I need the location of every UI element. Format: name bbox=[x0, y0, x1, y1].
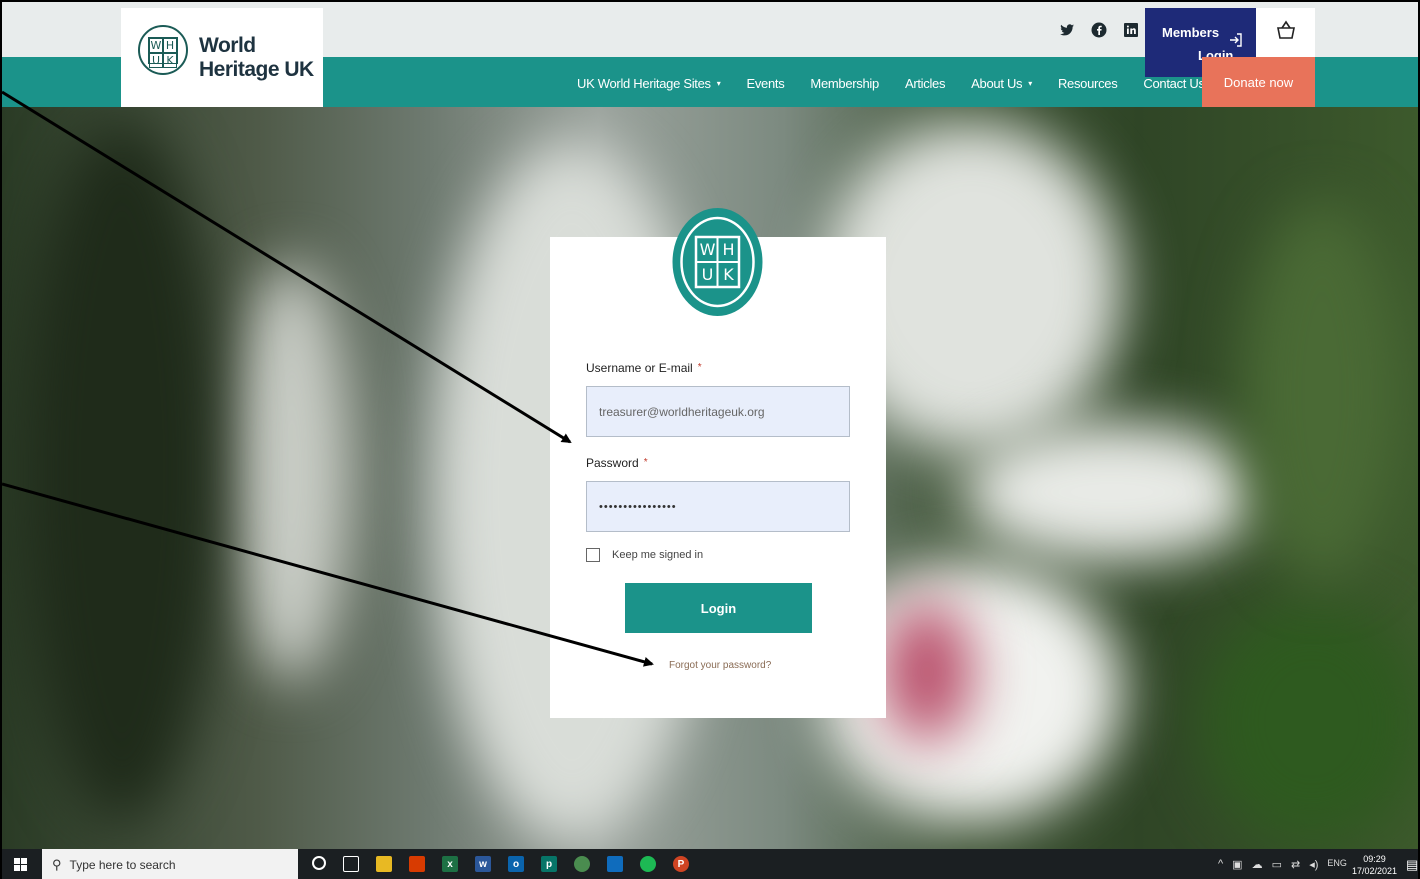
excel-icon[interactable]: x bbox=[442, 856, 458, 872]
volume-icon[interactable]: ◂) bbox=[1309, 858, 1318, 871]
forgot-password-link[interactable]: Forgot your password? bbox=[669, 660, 771, 671]
nav-item-events[interactable]: Events bbox=[746, 76, 784, 91]
tray-app-icon[interactable]: ▣ bbox=[1232, 858, 1242, 871]
search-icon: ⚲ bbox=[52, 857, 62, 872]
brand-name-line2: Heritage UK bbox=[199, 58, 314, 81]
login-arrow-icon bbox=[1228, 32, 1244, 53]
site-logo[interactable]: W H U K World Heritage UK bbox=[121, 8, 323, 107]
donate-now-button[interactable]: Donate now bbox=[1202, 57, 1315, 107]
basket-button[interactable] bbox=[1256, 8, 1315, 57]
office-icon[interactable] bbox=[409, 856, 425, 872]
nav-item-membership[interactable]: Membership bbox=[810, 76, 879, 91]
browser-viewport: W H U K World Heritage UK Members Login … bbox=[0, 0, 1420, 879]
login-button[interactable]: Login bbox=[625, 583, 812, 633]
system-tray: ^ ▣ ☁ ▭ ⇄ ◂) ENG bbox=[1218, 858, 1347, 871]
powerpoint-icon[interactable]: P bbox=[673, 856, 689, 872]
logo-mark: W H U K bbox=[148, 37, 178, 68]
word-icon[interactable]: w bbox=[475, 856, 491, 872]
brand-name-line1: World bbox=[199, 34, 256, 57]
basket-icon bbox=[1275, 19, 1297, 47]
network-icon[interactable]: ▭ bbox=[1272, 858, 1282, 871]
language-indicator[interactable]: ENG bbox=[1327, 858, 1347, 871]
keep-signed-in-checkbox[interactable] bbox=[586, 548, 600, 562]
twitter-icon[interactable] bbox=[1058, 22, 1076, 40]
usb-icon[interactable]: ⇄ bbox=[1291, 858, 1300, 871]
chrome-icon[interactable] bbox=[574, 856, 590, 872]
password-label: Password * bbox=[586, 456, 648, 470]
onedrive-icon[interactable]: ☁ bbox=[1252, 858, 1263, 871]
windows-start-icon[interactable] bbox=[14, 858, 27, 874]
username-input[interactable]: treasurer@worldheritageuk.org bbox=[586, 386, 850, 437]
username-label: Username or E-mail * bbox=[586, 361, 702, 375]
taskbar-search-box[interactable]: ⚲ Type here to search bbox=[42, 849, 298, 879]
password-input[interactable]: •••••••••••••••• bbox=[586, 481, 850, 532]
spotify-icon[interactable] bbox=[640, 856, 656, 872]
tray-chevron-icon[interactable]: ^ bbox=[1218, 858, 1223, 871]
members-login-label-line1: Members bbox=[1162, 25, 1220, 40]
nav-item-about-us[interactable]: About Us ▾ bbox=[971, 76, 1032, 91]
outlook-icon[interactable]: o bbox=[508, 856, 524, 872]
taskbar-apps: x w o p P bbox=[312, 856, 689, 872]
social-links bbox=[1058, 22, 1140, 40]
calculator-icon[interactable] bbox=[607, 856, 623, 872]
publisher-icon[interactable]: p bbox=[541, 856, 557, 872]
keep-signed-in-label: Keep me signed in bbox=[612, 549, 704, 561]
taskbar-search-placeholder: Type here to search bbox=[69, 858, 176, 872]
notification-icon[interactable]: ▤ bbox=[1406, 857, 1418, 873]
dropdown-caret-icon: ▾ bbox=[1028, 79, 1032, 88]
login-card-logo: W H U K bbox=[672, 207, 763, 317]
cortana-icon[interactable] bbox=[312, 856, 326, 870]
nav-item-contact-us[interactable]: Contact Us bbox=[1143, 76, 1205, 91]
file-explorer-icon[interactable] bbox=[376, 856, 392, 872]
main-nav: UK World Heritage Sites ▾ Events Membersh… bbox=[577, 76, 1231, 91]
facebook-icon[interactable] bbox=[1090, 22, 1108, 40]
task-view-icon[interactable] bbox=[343, 856, 359, 872]
dropdown-caret-icon: ▾ bbox=[716, 79, 721, 88]
taskbar-clock[interactable]: 09:29 17/02/2021 bbox=[1352, 853, 1397, 877]
linkedin-icon[interactable] bbox=[1122, 22, 1140, 40]
nav-item-articles[interactable]: Articles bbox=[905, 76, 946, 91]
nav-item-uk-world-heritage-sites[interactable]: UK World Heritage Sites ▾ bbox=[577, 76, 721, 91]
windows-taskbar: ⚲ Type here to search x w o p P ^ ▣ ☁ ▭ … bbox=[2, 849, 1418, 879]
nav-item-resources[interactable]: Resources bbox=[1058, 76, 1118, 91]
keep-signed-in-row[interactable]: Keep me signed in bbox=[586, 548, 703, 562]
